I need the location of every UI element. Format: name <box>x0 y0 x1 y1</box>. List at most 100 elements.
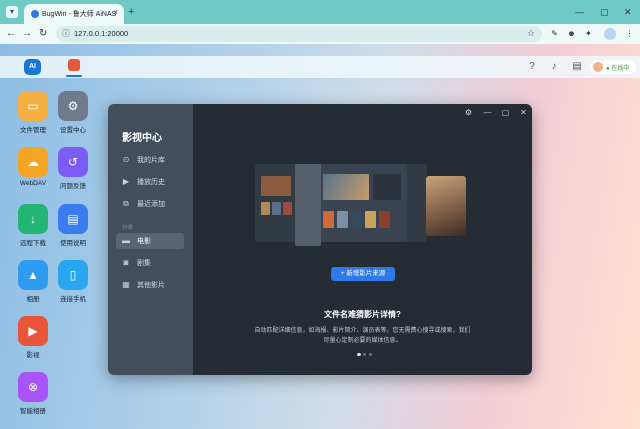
preview-poster <box>365 211 376 228</box>
app-glyph-icon: ↺ <box>67 155 79 169</box>
carousel-dot[interactable] <box>363 353 366 356</box>
preview-poster <box>337 211 348 228</box>
sidebar-item-history[interactable]: ▶ 播放历史 <box>116 174 184 190</box>
minimize-button[interactable]: — <box>575 6 584 18</box>
maximize-button[interactable]: ▢ <box>600 6 609 18</box>
desktop-app-icon[interactable]: ↺ <box>58 147 88 177</box>
series-icon: ◙ <box>123 258 129 267</box>
desktop-app-icon[interactable]: ▤ <box>58 204 88 234</box>
sidebar-item-other[interactable]: ▦ 其他影片 <box>116 277 184 293</box>
app-glyph-icon: ↓ <box>30 212 36 226</box>
forward-button[interactable]: → <box>22 27 32 41</box>
user-avatar <box>593 62 603 72</box>
site-info-icon[interactable]: ⓘ <box>62 28 70 39</box>
nas-desktop: AI ? ♪ ▤ ● 在线中 ▭ 文件管理 ⚙ 设置中心 ☁ WebDAV ↺ 问题反馈 ↓ 远程… <box>0 44 640 429</box>
nas-logo[interactable]: AI <box>24 59 41 75</box>
puzzle-extensions-icon[interactable]: ✦ <box>583 28 594 39</box>
window-maximize-icon[interactable]: ▢ <box>500 107 511 118</box>
help-icon[interactable]: ? <box>526 61 538 73</box>
desktop-app-icon[interactable]: ☁ <box>18 147 48 177</box>
desktop-app-icon[interactable]: ▲ <box>18 260 48 290</box>
sidebar-item-series[interactable]: ◙ 剧集 <box>116 255 184 271</box>
desktop-app-icon[interactable]: ↓ <box>18 204 48 234</box>
close-button[interactable]: ✕ <box>624 6 632 18</box>
browser-toolbar: ← → ↻ ⓘ 127.0.0.1:20000 ☆ ✎ ☻ ✦ ⋮ <box>0 24 640 44</box>
extension-icon[interactable]: ✎ <box>549 28 560 39</box>
nas-top-bar: AI ? ♪ ▤ ● 在线中 <box>0 56 640 78</box>
running-indicator <box>66 75 82 77</box>
sidebar-item-label: 其他影片 <box>137 282 165 289</box>
library-icon: ⊙ <box>122 155 130 164</box>
desktop-app-label: 智能相册 <box>20 408 46 415</box>
browser-profile-avatar[interactable] <box>604 28 616 40</box>
user-status-pill[interactable]: ● 在线中 <box>590 60 636 74</box>
app-glyph-icon: ▤ <box>67 212 79 226</box>
user-status-text: ● 在线中 <box>606 66 630 72</box>
app-glyph-icon: ⊗ <box>27 380 39 394</box>
profile-extension-icon[interactable]: ☻ <box>566 28 577 39</box>
desktop-app-label: 设置中心 <box>60 127 86 134</box>
sidebar-item-label: 剧集 <box>137 260 151 267</box>
preview-sidebar <box>295 164 321 246</box>
desktop-app-icon[interactable]: ▶ <box>18 316 48 346</box>
desktop-app-icon[interactable]: ▭ <box>18 91 48 121</box>
other-icon: ▦ <box>122 280 130 289</box>
window-minimize-icon[interactable]: — <box>482 107 493 118</box>
preview-poster <box>272 202 281 215</box>
preview-poster <box>351 211 362 228</box>
tab-close-icon[interactable]: × <box>113 8 118 17</box>
prompt-description: 尽量心定制必要的媒体信息。 <box>323 338 402 344</box>
desktop-app-label: 使用说明 <box>60 240 86 247</box>
video-main-panel: ⚙ — ▢ ✕ + 新增影片来源 文件名难猜影片详情? 自动匹配详细信息，如海报… <box>193 104 532 375</box>
sidebar-item-recent[interactable]: ⧉ 最近添加 <box>116 196 184 212</box>
carousel-dot[interactable] <box>369 353 372 356</box>
preview-floating-poster <box>426 176 466 236</box>
preview-poster <box>283 202 292 215</box>
address-url: 127.0.0.1:20000 <box>74 29 129 38</box>
app-glyph-icon: ⚙ <box>67 99 79 113</box>
bookmark-star-icon[interactable]: ☆ <box>527 28 535 39</box>
preview-poster <box>261 176 291 196</box>
desktop-app-label: 问题反馈 <box>60 183 86 190</box>
sidebar-item-label: 播放历史 <box>137 179 165 186</box>
app-glyph-icon: ▯ <box>69 268 77 282</box>
tab-search-icon[interactable]: ▾ <box>6 6 18 18</box>
desktop-app-icon[interactable]: ⚙ <box>58 91 88 121</box>
add-video-source-button[interactable]: + 新增影片来源 <box>331 267 395 281</box>
sidebar-item-label: 最近添加 <box>137 201 165 208</box>
preview-list <box>373 174 401 200</box>
preview-poster <box>323 211 334 228</box>
app-glyph-icon: ☁ <box>27 155 39 169</box>
storage-icon[interactable]: ▤ <box>571 61 583 73</box>
desktop-app-label: 影视 <box>26 352 40 359</box>
desktop-app-label: 连接手机 <box>60 296 86 303</box>
carousel-dot[interactable] <box>357 353 361 356</box>
browser-titlebar: ▾ BugWin - 鲁大师 AiNAS × + — ▢ ✕ <box>0 0 640 24</box>
sidebar-item-label: 电影 <box>137 238 151 245</box>
movie-icon: ▬ <box>122 236 130 245</box>
pinned-video-app-icon[interactable] <box>68 59 80 71</box>
settings-icon[interactable]: ⚙ <box>463 107 474 118</box>
sidebar-item-library[interactable]: ⊙ 我的片库 <box>116 152 184 168</box>
sidebar-item-label: 我的片库 <box>137 157 165 164</box>
sidebar-section-label: 分类 <box>122 225 134 231</box>
preview-poster <box>261 202 270 215</box>
window-close-icon[interactable]: ✕ <box>518 107 529 118</box>
browser-tab[interactable]: BugWin - 鲁大师 AiNAS × <box>24 4 124 24</box>
reload-button[interactable]: ↻ <box>39 27 47 41</box>
back-button[interactable]: ← <box>6 27 16 41</box>
desktop-app-icon[interactable]: ⊗ <box>18 372 48 402</box>
app-glyph-icon: ▶ <box>28 324 38 338</box>
sidebar-item-movies[interactable]: ▬ 电影 <box>116 233 184 249</box>
history-icon: ▶ <box>122 177 130 186</box>
preview-poster <box>379 211 390 228</box>
notification-bell-icon[interactable]: ♪ <box>548 61 560 73</box>
prompt-description: 自动匹配详细信息，如海报、影片简介、演员表等。您无需费心搜寻或搜索，我们 <box>254 328 471 334</box>
window-title: 影视中心 <box>122 133 162 144</box>
prompt-title: 文件名难猜影片详情? <box>324 310 401 319</box>
address-bar[interactable]: ⓘ 127.0.0.1:20000 ☆ <box>56 26 542 42</box>
new-tab-button[interactable]: + <box>128 6 134 18</box>
desktop-app-icon[interactable]: ▯ <box>58 260 88 290</box>
video-center-window: 影视中心 ⊙ 我的片库 ▶ 播放历史 ⧉ 最近添加 分类 ▬ 电影 ◙ 剧集 ▦… <box>108 104 532 375</box>
browser-menu-icon[interactable]: ⋮ <box>624 28 635 39</box>
